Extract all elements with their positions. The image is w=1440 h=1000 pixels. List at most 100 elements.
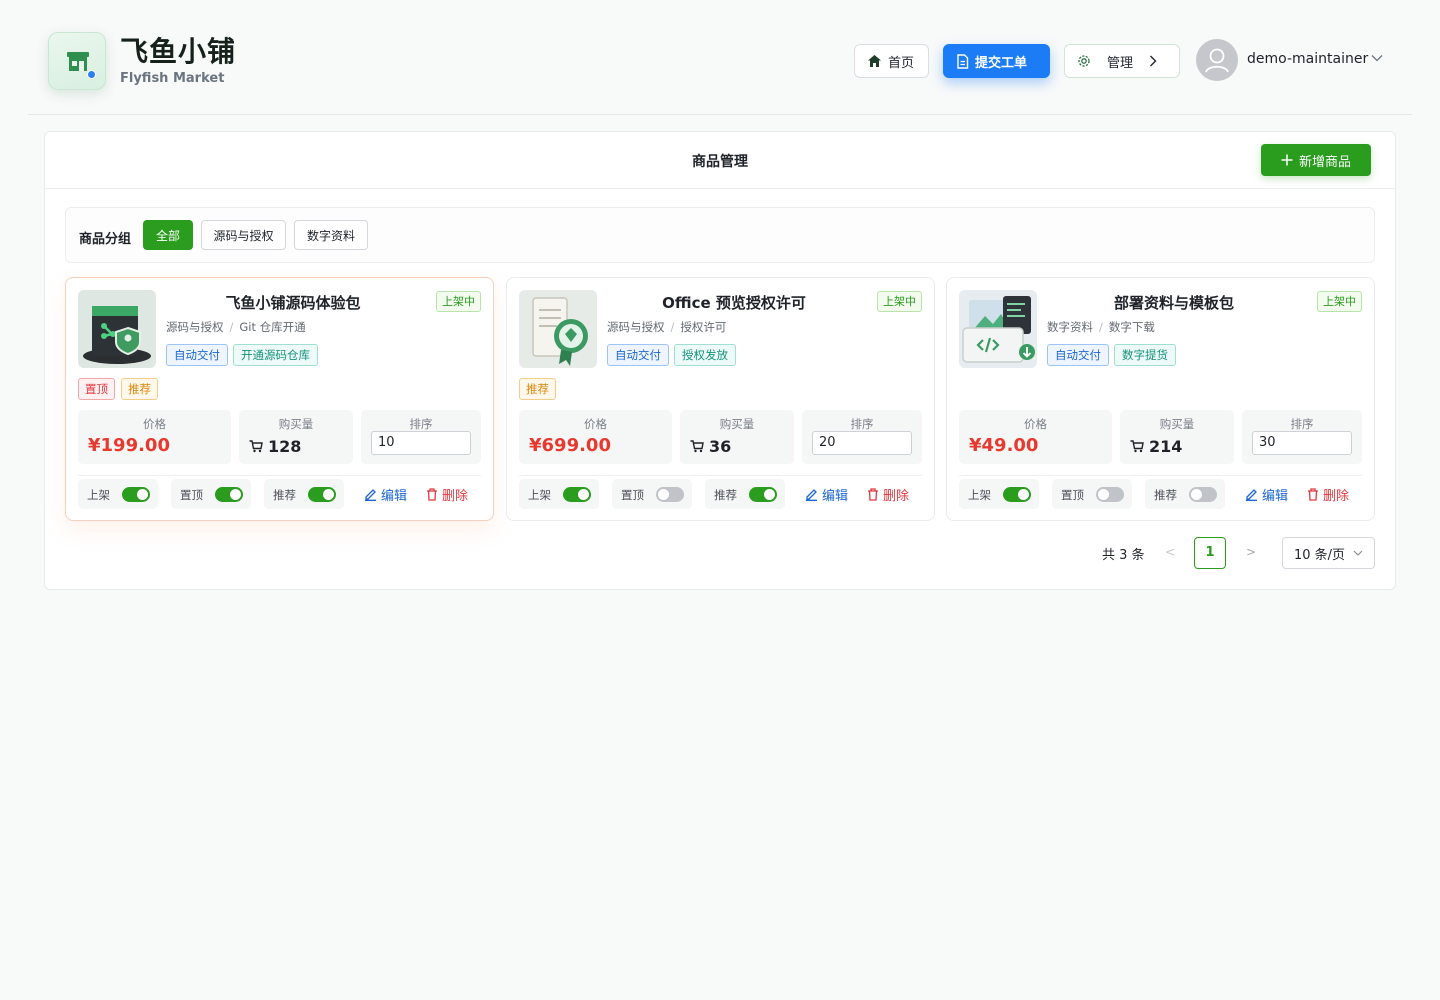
pencil-icon <box>806 489 817 501</box>
trash-icon <box>427 488 437 501</box>
purchases-value: 214 <box>1149 437 1183 456</box>
chevron-down-icon <box>1353 550 1363 556</box>
price-box: 价格 ¥699.00 <box>519 410 672 464</box>
delete-label: 删除 <box>1323 489 1350 504</box>
subcategory-label: 数字下载 <box>1108 320 1155 334</box>
edit-button[interactable]: 编辑 <box>364 485 407 504</box>
listed-toggle[interactable]: 上架 <box>519 479 599 509</box>
manage-button[interactable]: 管理 <box>1064 44 1180 78</box>
chevron-down-icon[interactable] <box>1371 54 1383 62</box>
product-category: 源码与授权 / 授权许可 <box>607 320 727 334</box>
product-thumbnail[interactable] <box>519 290 597 368</box>
recommended-switch[interactable] <box>308 487 336 502</box>
pagination-total: 共 3 条 <box>1102 548 1145 563</box>
prev-page-icon[interactable]: < <box>1165 545 1175 559</box>
pinned-toggle[interactable]: 置顶 <box>612 479 692 509</box>
flag-recommended: 推荐 <box>519 378 556 400</box>
listed-toggle[interactable]: 上架 <box>78 479 158 509</box>
filter-chip-all[interactable]: 全部 <box>143 220 193 250</box>
panel-title: 商品管理 <box>692 154 748 170</box>
sort-box: 排序 20 <box>802 410 922 464</box>
next-page-icon[interactable]: > <box>1246 545 1256 559</box>
pinned-switch[interactable] <box>1096 487 1124 502</box>
pencil-icon <box>365 489 376 501</box>
home-icon <box>868 55 881 67</box>
add-product-label: 新增商品 <box>1298 154 1351 170</box>
recommended-label: 推荐 <box>714 488 737 502</box>
recommended-toggle[interactable]: 推荐 <box>705 479 785 509</box>
cart-icon <box>1130 440 1144 453</box>
edit-label: 编辑 <box>381 489 408 504</box>
recommended-switch[interactable] <box>1189 487 1217 502</box>
user-name[interactable]: demo-maintainer <box>1247 51 1368 67</box>
edit-label: 编辑 <box>1262 489 1289 504</box>
purchases-value: 36 <box>709 437 732 456</box>
listed-toggle[interactable]: 上架 <box>959 479 1039 509</box>
edit-button[interactable]: 编辑 <box>805 485 848 504</box>
delete-button[interactable]: 删除 <box>426 485 468 504</box>
recommended-toggle[interactable]: 推荐 <box>1145 479 1225 509</box>
recommended-label: 推荐 <box>273 488 296 502</box>
price-box: 价格 ¥199.00 <box>78 410 231 464</box>
filter-chip-source[interactable]: 源码与授权 <box>201 220 286 250</box>
product-thumbnail[interactable] <box>78 290 156 368</box>
sort-box: 排序 30 <box>1242 410 1362 464</box>
subcategory-label: Git 仓库开通 <box>239 320 306 334</box>
category-label: 源码与授权 <box>607 320 665 334</box>
storefront-icon[interactable] <box>48 32 106 90</box>
cart-icon <box>249 440 263 453</box>
chevron-right-icon <box>1150 55 1157 67</box>
pinned-switch[interactable] <box>215 487 243 502</box>
price-label: 价格 <box>1024 417 1047 431</box>
product-thumbnail[interactable] <box>959 290 1037 368</box>
tag-delivery-type: 开通源码仓库 <box>233 344 318 366</box>
product-title[interactable]: Office 预览授权许可 <box>607 292 861 313</box>
listed-switch[interactable] <box>563 487 591 502</box>
price-label: 价格 <box>584 417 607 431</box>
recommended-toggle[interactable]: 推荐 <box>264 479 344 509</box>
filter-chip-digital[interactable]: 数字资料 <box>294 220 368 250</box>
pinned-toggle[interactable]: 置顶 <box>1052 479 1132 509</box>
sort-input[interactable]: 20 <box>812 431 912 455</box>
category-label: 源码与授权 <box>166 320 224 334</box>
submit-ticket-button[interactable]: 提交工单 <box>943 44 1050 78</box>
product-title[interactable]: 部署资料与模板包 <box>1047 292 1301 313</box>
recommended-label: 推荐 <box>1154 488 1177 502</box>
document-icon <box>957 53 969 69</box>
sort-label: 排序 <box>1290 417 1314 431</box>
pinned-switch[interactable] <box>656 487 684 502</box>
recommended-switch[interactable] <box>749 487 777 502</box>
product-flags: 推荐 <box>519 378 556 400</box>
product-title[interactable]: 飞鱼小铺源码体验包 <box>166 292 420 313</box>
page-number-button[interactable]: 1 <box>1194 537 1226 569</box>
delete-label: 删除 <box>442 489 469 504</box>
tag-delivery-type: 授权发放 <box>674 344 736 366</box>
status-badge: 上架中 <box>877 291 922 312</box>
product-tags: 自动交付 数字提货 <box>1047 344 1176 366</box>
product-card: 飞鱼小铺源码体验包 上架中 源码与授权 / Git 仓库开通 自动交付 开通源码仓库… <box>65 277 494 521</box>
price-value: ¥699.00 <box>529 435 611 456</box>
delete-button[interactable]: 删除 <box>1307 485 1349 504</box>
purchases-label: 购买量 <box>719 417 755 431</box>
user-avatar-icon[interactable] <box>1196 39 1238 81</box>
price-value: ¥199.00 <box>88 435 170 456</box>
flag-recommended: 推荐 <box>121 378 158 400</box>
sort-input[interactable]: 10 <box>371 431 471 455</box>
listed-switch[interactable] <box>1003 487 1031 502</box>
delete-button[interactable]: 删除 <box>867 485 909 504</box>
page-size-select[interactable]: 10 条/页 <box>1282 537 1375 569</box>
pinned-toggle[interactable]: 置顶 <box>171 479 251 509</box>
delete-label: 删除 <box>883 489 910 504</box>
tag-auto-delivery: 自动交付 <box>1047 344 1109 366</box>
listed-label: 上架 <box>968 488 991 502</box>
listed-switch[interactable] <box>122 487 150 502</box>
home-button[interactable]: 首页 <box>854 44 929 78</box>
product-flags: 置顶 推荐 <box>78 378 158 400</box>
edit-button[interactable]: 编辑 <box>1245 485 1288 504</box>
add-product-button[interactable]: 新增商品 <box>1261 144 1371 176</box>
price-label: 价格 <box>143 417 166 431</box>
status-badge: 上架中 <box>436 291 481 312</box>
pencil-icon <box>1246 489 1257 501</box>
status-badge: 上架中 <box>1317 291 1362 312</box>
sort-input[interactable]: 30 <box>1252 431 1352 455</box>
